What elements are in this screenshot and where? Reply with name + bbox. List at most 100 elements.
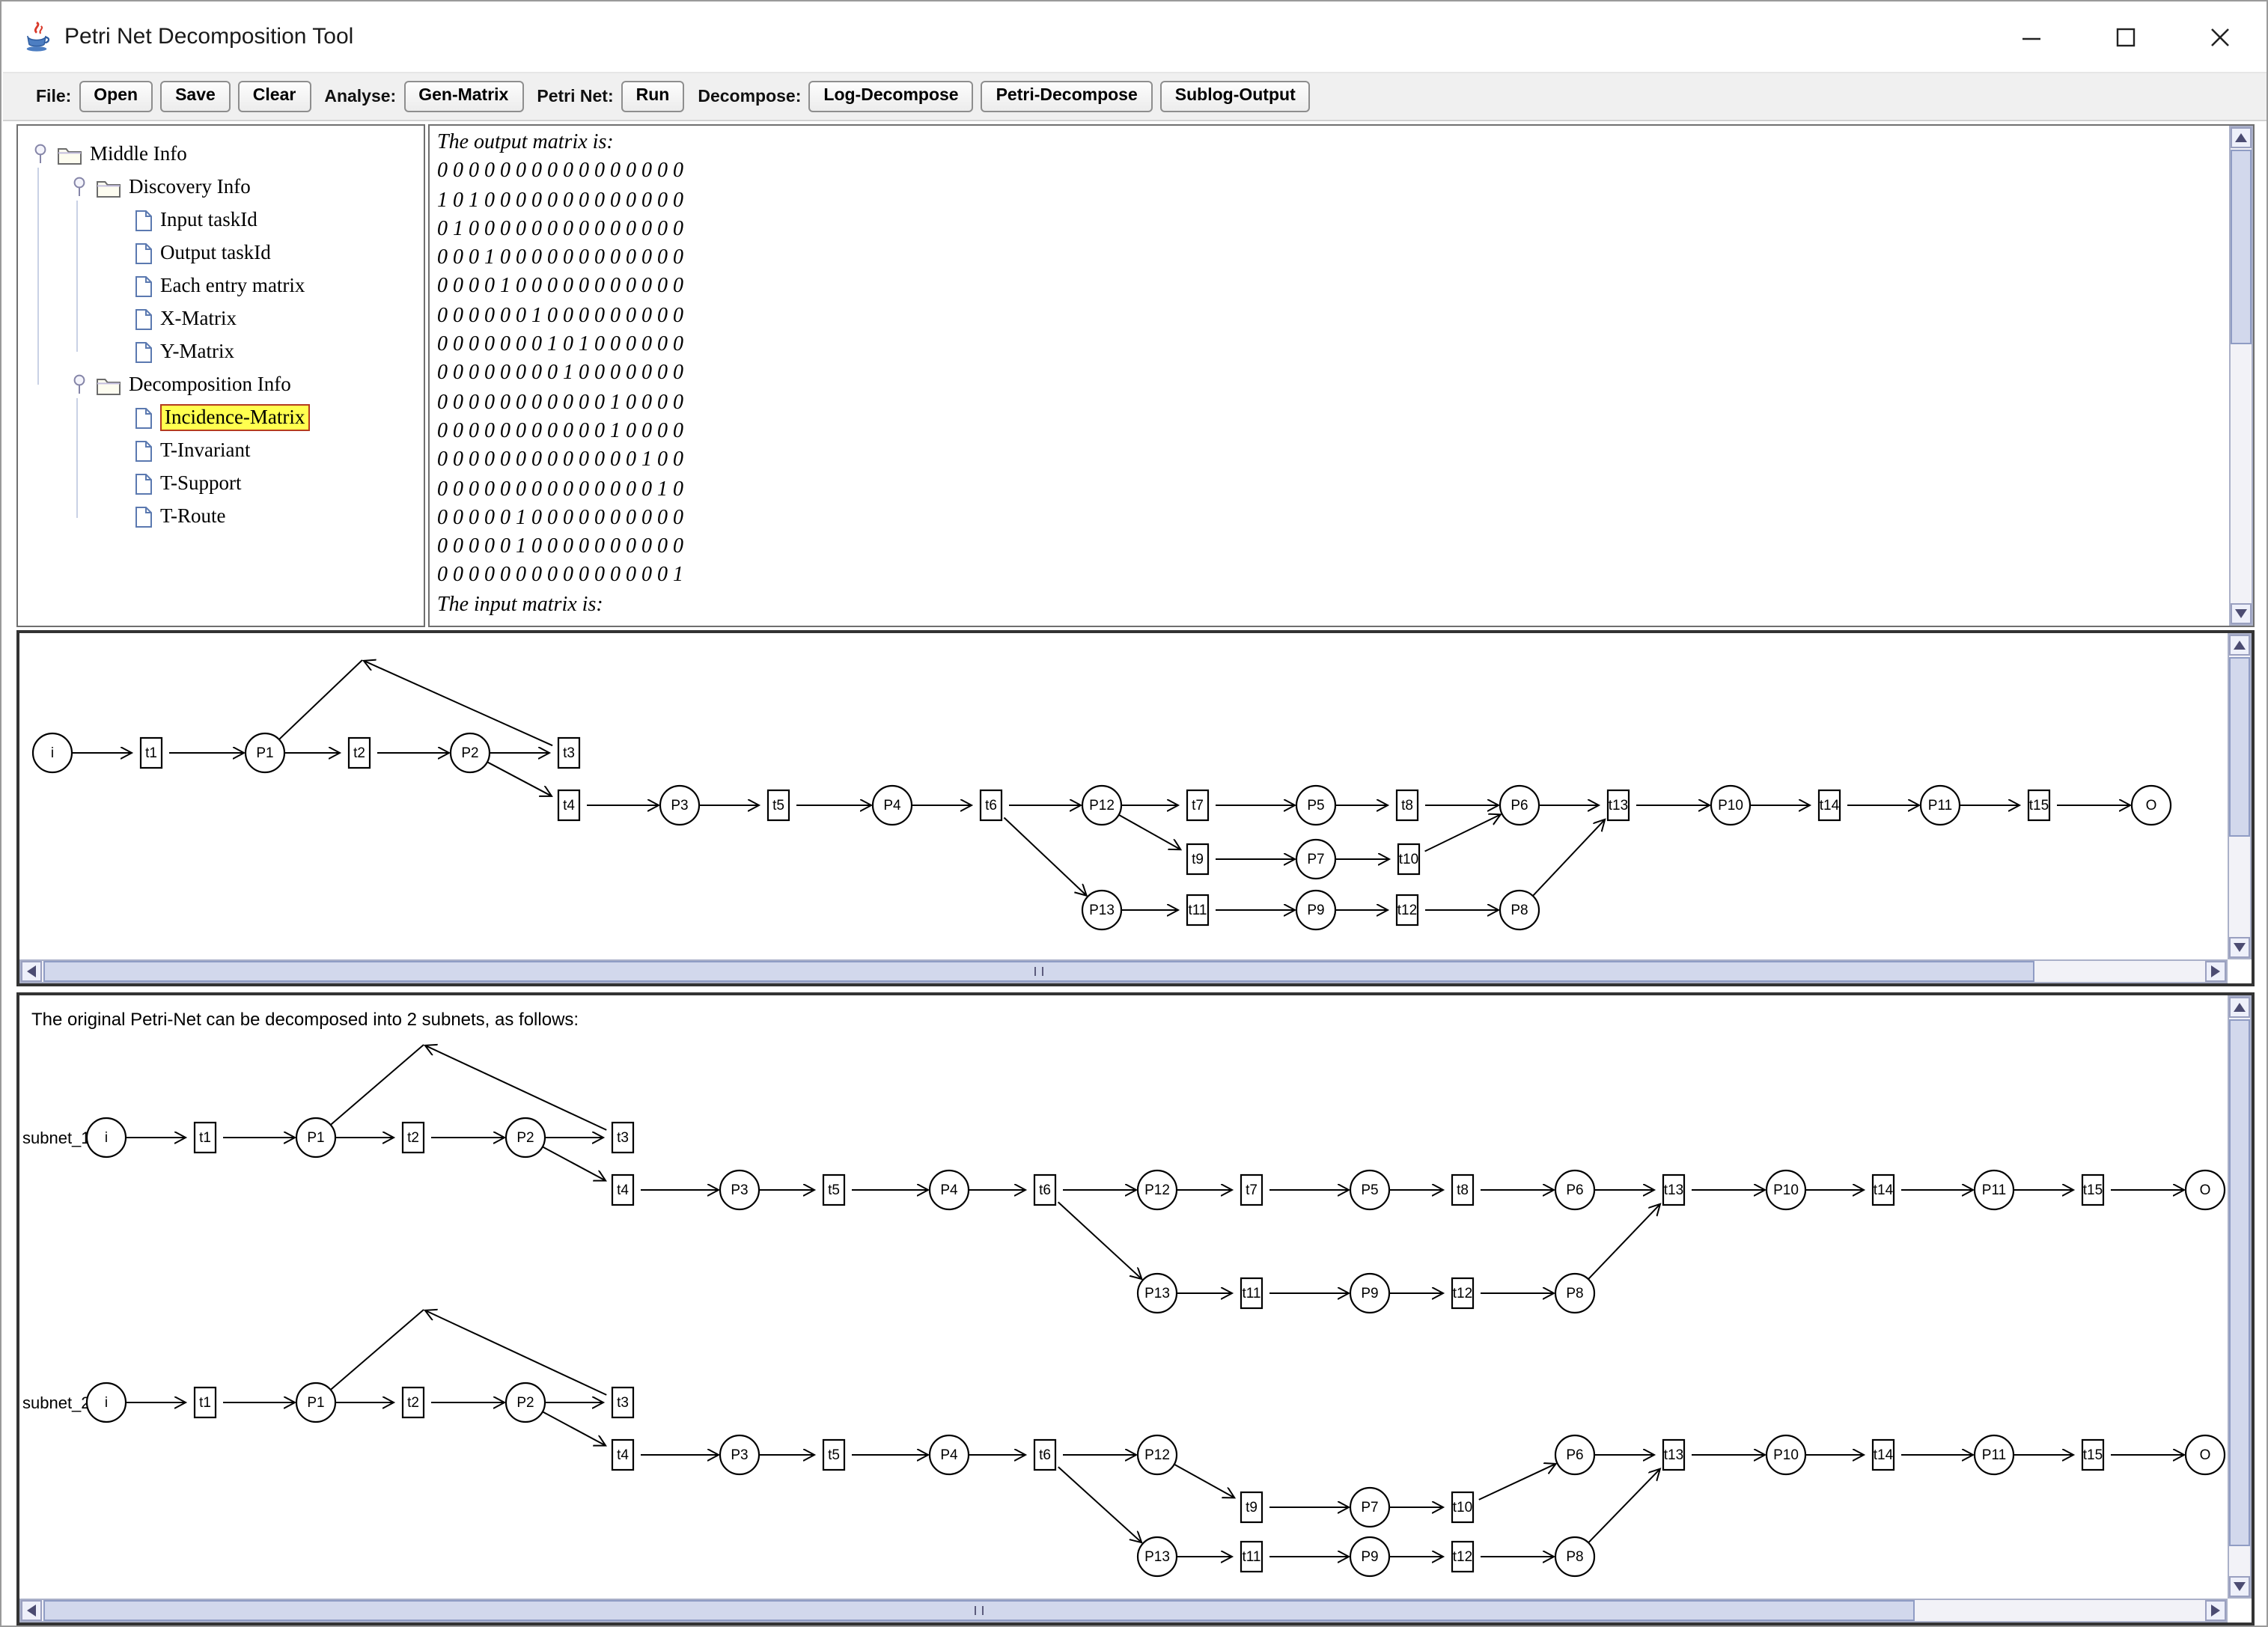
toolbar-label-decompose: Decompose:	[698, 88, 801, 106]
transition-t11: t11	[1241, 1542, 1262, 1572]
transition-t12: t12	[1452, 1278, 1473, 1308]
transition-t1: t1	[195, 1123, 216, 1153]
gen-matrix-button[interactable]: Gen-Matrix	[403, 81, 523, 113]
svg-text:t6: t6	[1039, 1182, 1051, 1198]
svg-text:P13: P13	[1089, 903, 1115, 918]
svg-text:P7: P7	[1307, 852, 1324, 867]
transition-t2: t2	[403, 1388, 424, 1417]
petri-decompose-button[interactable]: Petri-Decompose	[981, 81, 1153, 113]
tree-item-t-invariant[interactable]: T-Invariant	[18, 434, 424, 467]
place-i: i	[33, 733, 72, 772]
svg-text:t1: t1	[199, 1130, 211, 1146]
net-vertical-scrollbar[interactable]	[2228, 633, 2252, 959]
transition-t2: t2	[403, 1123, 424, 1153]
scroll-down-button[interactable]	[2229, 1576, 2250, 1597]
scroll-up-button[interactable]	[2229, 997, 2250, 1018]
tree-item-output-taskid[interactable]: Output taskId	[18, 236, 424, 269]
log-decompose-button[interactable]: Log-Decompose	[808, 81, 973, 113]
scroll-thumb[interactable]	[43, 961, 2034, 982]
net-horizontal-scrollbar[interactable]	[19, 959, 2228, 983]
expand-handle-icon[interactable]	[30, 142, 57, 166]
tree-item-middle-info[interactable]: Middle Info	[18, 138, 424, 171]
transition-t6: t6	[1034, 1175, 1055, 1205]
matrix-row: 0 0 0 0 0 1 0 0 0 0 0 0 0 0 0 0	[437, 533, 2229, 562]
svg-text:t2: t2	[407, 1130, 419, 1146]
scroll-right-button[interactable]	[2205, 1600, 2226, 1621]
tree-item-label: T-Route	[160, 504, 226, 528]
tree-item-x-matrix[interactable]: X-Matrix	[18, 302, 424, 335]
decomp-horizontal-scrollbar[interactable]	[19, 1599, 2228, 1623]
tree-item-discovery-info[interactable]: Discovery Info	[18, 171, 424, 204]
svg-text:P5: P5	[1307, 798, 1324, 814]
scroll-left-button[interactable]	[21, 961, 42, 982]
scroll-thumb[interactable]	[2231, 150, 2252, 344]
open-button[interactable]: Open	[79, 81, 153, 113]
title-bar: Petri Net Decomposition Tool	[1, 1, 2267, 72]
run-button[interactable]: Run	[621, 81, 685, 113]
file-icon	[135, 242, 153, 264]
svg-text:P6: P6	[1566, 1447, 1583, 1463]
scroll-right-button[interactable]	[2205, 961, 2226, 982]
scroll-thumb[interactable]	[2229, 1019, 2250, 1546]
svg-text:t4: t4	[563, 798, 575, 814]
transition-t5: t5	[768, 790, 789, 820]
tree-item-t-route[interactable]: T-Route	[18, 500, 424, 533]
svg-text:t15: t15	[2029, 798, 2049, 814]
app-window: Petri Net Decomposition Tool File: OpenSa…	[0, 0, 2268, 1627]
scroll-up-button[interactable]	[2229, 635, 2250, 656]
tree-item-t-support[interactable]: T-Support	[18, 467, 424, 500]
svg-text:P1: P1	[307, 1395, 324, 1411]
scroll-thumb[interactable]	[43, 1600, 1915, 1621]
transition-t7: t7	[1187, 790, 1208, 820]
place-p2: P2	[506, 1383, 545, 1422]
tree-item-decomposition-info[interactable]: Decomposition Info	[18, 368, 424, 401]
clear-button[interactable]: Clear	[238, 81, 311, 113]
svg-text:P11: P11	[1928, 798, 1952, 814]
transition-t4: t4	[558, 790, 579, 820]
transition-t7: t7	[1241, 1175, 1262, 1205]
svg-text:t12: t12	[1453, 1286, 1472, 1301]
scroll-left-button[interactable]	[21, 1600, 42, 1621]
svg-text:P4: P4	[940, 1447, 958, 1463]
svg-text:P2: P2	[516, 1130, 534, 1146]
svg-text:t8: t8	[1401, 798, 1413, 814]
svg-text:P3: P3	[671, 798, 688, 814]
place-p3: P3	[720, 1435, 759, 1474]
sublog-output-button[interactable]: Sublog-Output	[1160, 81, 1311, 113]
matrix-row: 0 0 0 0 0 0 0 0 0 0 0 0 0 1 0 0	[437, 447, 2229, 476]
output-matrix-header: The output matrix is:	[437, 129, 2229, 158]
matrix-vertical-scrollbar[interactable]	[2229, 126, 2253, 626]
svg-text:t11: t11	[1242, 1549, 1260, 1565]
scroll-down-button[interactable]	[2231, 603, 2252, 624]
expand-handle-icon[interactable]	[69, 175, 96, 199]
svg-text:t10: t10	[1399, 852, 1418, 867]
scroll-thumb[interactable]	[2229, 657, 2250, 837]
minimize-button[interactable]	[1984, 1, 2078, 72]
decomp-vertical-scrollbar[interactable]	[2228, 995, 2252, 1599]
place-p9: P9	[1350, 1274, 1389, 1313]
maximize-button[interactable]	[2078, 1, 2172, 72]
tree-item-incidence-matrix[interactable]: Incidence-Matrix	[18, 401, 424, 434]
svg-text:t11: t11	[1242, 1286, 1260, 1301]
svg-text:t6: t6	[1039, 1447, 1051, 1463]
toolbar-label-file: File:	[36, 88, 71, 106]
transition-t8: t8	[1452, 1175, 1473, 1205]
close-button[interactable]	[2172, 1, 2267, 72]
transition-t5: t5	[823, 1440, 844, 1470]
transition-t6: t6	[981, 790, 1002, 820]
expand-handle-icon[interactable]	[69, 373, 96, 397]
tree-item-each-entry-matrix[interactable]: Each entry matrix	[18, 269, 424, 302]
scroll-down-button[interactable]	[2229, 937, 2250, 958]
svg-text:t14: t14	[1874, 1182, 1894, 1198]
save-button[interactable]: Save	[160, 81, 231, 113]
window-controls	[1984, 1, 2267, 72]
java-app-icon	[22, 21, 51, 52]
tree-item-label: Input taskId	[160, 208, 257, 232]
place-p13: P13	[1138, 1274, 1177, 1313]
tree-item-y-matrix[interactable]: Y-Matrix	[18, 335, 424, 368]
scroll-up-button[interactable]	[2231, 127, 2252, 148]
tree-item-input-taskid[interactable]: Input taskId	[18, 204, 424, 236]
svg-text:t13: t13	[1664, 1447, 1683, 1463]
place-p3: P3	[720, 1170, 759, 1209]
svg-text:t5: t5	[772, 798, 784, 814]
